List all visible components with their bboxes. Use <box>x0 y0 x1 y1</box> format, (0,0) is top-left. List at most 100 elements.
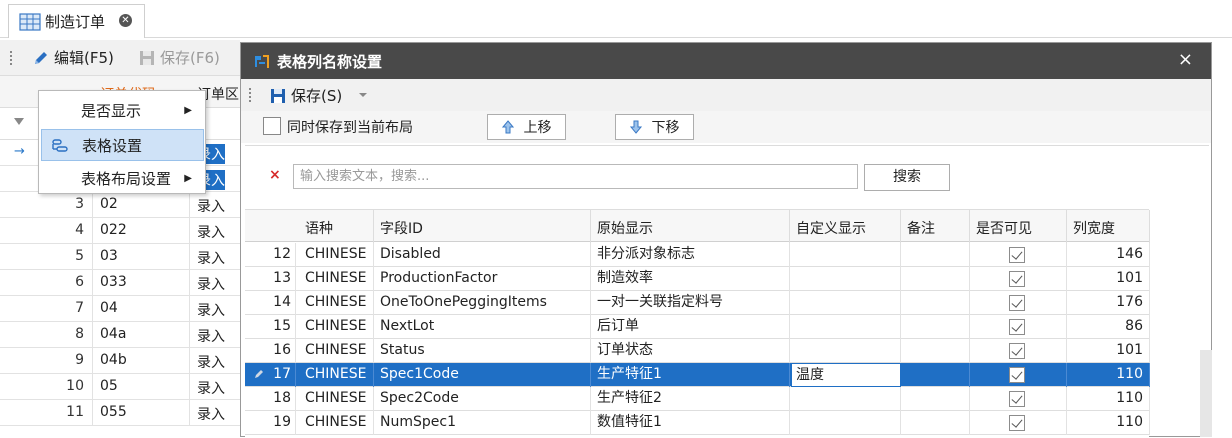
cell-field[interactable]: OneToOnePeggingItems <box>380 291 588 314</box>
visible-checkbox[interactable] <box>1009 271 1025 287</box>
cell-orig[interactable]: 数值特征1 <box>597 411 787 434</box>
cell-width[interactable]: 110 <box>1073 411 1143 434</box>
table-row[interactable]: 13 CHINESE ProductionFactor 制造效率 101 <box>245 267 1150 291</box>
table-row[interactable]: 10 05 录入 <box>0 374 240 400</box>
cell-field[interactable]: Spec1Code <box>380 363 588 386</box>
table-row[interactable]: 12 CHINESE Disabled 非分派对象标志 146 <box>245 243 1150 267</box>
menu-item-show[interactable]: 是否显示 ▶ <box>41 95 204 127</box>
table-row[interactable]: 7 04 录入 <box>0 296 240 322</box>
table-row[interactable]: 11 055 录入 <box>0 400 240 426</box>
cell-lang[interactable]: CHINESE <box>305 315 371 338</box>
toolbar-grip[interactable] <box>10 51 13 65</box>
cell-custom[interactable] <box>796 291 898 314</box>
cell-width[interactable]: 176 <box>1073 291 1143 314</box>
cell-note[interactable] <box>907 243 967 266</box>
table-row[interactable]: 6 033 录入 <box>0 270 240 296</box>
cell-note[interactable] <box>907 291 967 314</box>
table-row[interactable]: 16 CHINESE Status 订单状态 101 <box>245 339 1150 363</box>
cell-note[interactable] <box>907 267 967 290</box>
cell-custom[interactable] <box>796 411 898 434</box>
search-input[interactable]: 输入搜索文本，搜索... <box>293 164 858 189</box>
cell-field[interactable]: ProductionFactor <box>380 267 588 290</box>
order-type-cell[interactable]: 录入 <box>197 196 225 216</box>
cell-note[interactable] <box>907 315 967 338</box>
visible-checkbox[interactable] <box>1009 319 1025 335</box>
order-type-cell[interactable]: 录入 <box>197 300 225 320</box>
cell-field[interactable]: Disabled <box>380 243 588 266</box>
clear-search-icon[interactable]: × <box>269 167 281 183</box>
cell-orig[interactable]: 一对一关联指定料号 <box>597 291 787 314</box>
cell-orig[interactable]: 生产特征1 <box>597 363 787 386</box>
cell-note[interactable] <box>907 363 967 386</box>
order-code-cell[interactable]: 04a <box>92 322 190 347</box>
tab-manufacturing-order[interactable]: 制造订单 ✕ <box>8 4 145 38</box>
cell-width[interactable]: 110 <box>1073 363 1143 386</box>
cell-note[interactable] <box>907 387 967 410</box>
cell-custom[interactable] <box>796 315 898 338</box>
visible-checkbox[interactable] <box>1009 415 1025 431</box>
save-button[interactable]: 保存(S) <box>269 85 342 106</box>
save-f6-button[interactable]: 保存(F6) <box>138 47 220 68</box>
col-header-visible[interactable]: 是否可见 <box>976 218 1032 238</box>
table-row[interactable]: 9 04b 录入 <box>0 348 240 374</box>
cell-width[interactable]: 86 <box>1073 315 1143 338</box>
cell-custom[interactable] <box>796 267 898 290</box>
table-row[interactable]: 19 CHINESE NumSpec1 数值特征1 110 <box>245 411 1150 435</box>
col-header-custom[interactable]: 自定义显示 <box>796 218 866 238</box>
col-header-language[interactable]: 语种 <box>305 218 333 238</box>
cell-lang[interactable]: CHINESE <box>305 243 371 266</box>
order-type-cell[interactable]: 录入 <box>197 326 225 346</box>
cell-orig[interactable]: 非分派对象标志 <box>597 243 787 266</box>
cell-field[interactable]: NumSpec1 <box>380 411 588 434</box>
table-row[interactable]: 17 CHINESE Spec1Code 生产特征1 温度 110 <box>245 363 1150 387</box>
edit-button[interactable]: 编辑(F5) <box>32 47 114 68</box>
table-row[interactable]: 4 022 录入 <box>0 218 240 244</box>
col-header-original[interactable]: 原始显示 <box>597 218 653 238</box>
move-up-button[interactable]: 上移 <box>487 114 566 140</box>
cell-custom[interactable] <box>796 339 898 362</box>
cell-lang[interactable]: CHINESE <box>305 267 371 290</box>
table-row[interactable]: 5 03 录入 <box>0 244 240 270</box>
cell-width[interactable]: 101 <box>1073 267 1143 290</box>
order-type-cell[interactable]: 录入 <box>197 378 225 398</box>
visible-checkbox[interactable] <box>1009 247 1025 263</box>
sync-layout-checkbox[interactable] <box>263 117 281 135</box>
custom-display-input[interactable]: 温度 <box>791 363 901 387</box>
order-code-cell[interactable]: 04b <box>92 348 190 373</box>
table-row[interactable]: 18 CHINESE Spec2Code 生产特征2 110 <box>245 387 1150 411</box>
cell-note[interactable] <box>907 339 967 362</box>
toolbar-grip[interactable] <box>249 88 252 102</box>
search-button[interactable]: 搜索 <box>864 164 950 191</box>
col-header-note[interactable]: 备注 <box>907 218 935 238</box>
order-code-cell[interactable]: 022 <box>92 218 190 243</box>
cell-orig[interactable]: 后订单 <box>597 315 787 338</box>
order-type-cell[interactable]: 录入 <box>197 404 225 424</box>
close-icon[interactable]: × <box>1178 49 1193 70</box>
order-type-cell[interactable]: 录入 <box>197 248 225 268</box>
vertical-scrollbar[interactable] <box>1200 350 1212 437</box>
dialog-title-bar[interactable]: 表格列名称设置 × <box>241 43 1211 79</box>
order-code-cell[interactable]: 055 <box>92 400 190 425</box>
col-header-width[interactable]: 列宽度 <box>1073 218 1115 238</box>
cell-custom[interactable] <box>796 243 898 266</box>
cell-width[interactable]: 146 <box>1073 243 1143 266</box>
order-code-cell[interactable]: 04 <box>92 296 190 321</box>
cell-orig[interactable]: 生产特征2 <box>597 387 787 410</box>
cell-width[interactable]: 101 <box>1073 339 1143 362</box>
order-code-cell[interactable]: 033 <box>92 270 190 295</box>
cell-orig[interactable]: 制造效率 <box>597 267 787 290</box>
cell-orig[interactable]: 订单状态 <box>597 339 787 362</box>
menu-item-layout-settings[interactable]: 表格布局设置 ▶ <box>41 163 204 195</box>
cell-lang[interactable]: CHINESE <box>305 411 371 434</box>
visible-checkbox[interactable] <box>1009 367 1025 383</box>
visible-checkbox[interactable] <box>1009 391 1025 407</box>
move-down-button[interactable]: 下移 <box>615 114 694 140</box>
table-row[interactable]: 14 CHINESE OneToOnePeggingItems 一对一关联指定料号 17… <box>245 291 1150 315</box>
cell-field[interactable]: Status <box>380 339 588 362</box>
table-row[interactable]: 15 CHINESE NextLot 后订单 86 <box>245 315 1150 339</box>
col-header-field-id[interactable]: 字段ID <box>380 218 423 238</box>
table-row[interactable]: 3 02 录入 <box>0 192 240 218</box>
order-type-cell[interactable]: 录入 <box>197 274 225 294</box>
order-code-cell[interactable]: 03 <box>92 244 190 269</box>
table-row[interactable]: 8 04a 录入 <box>0 322 240 348</box>
